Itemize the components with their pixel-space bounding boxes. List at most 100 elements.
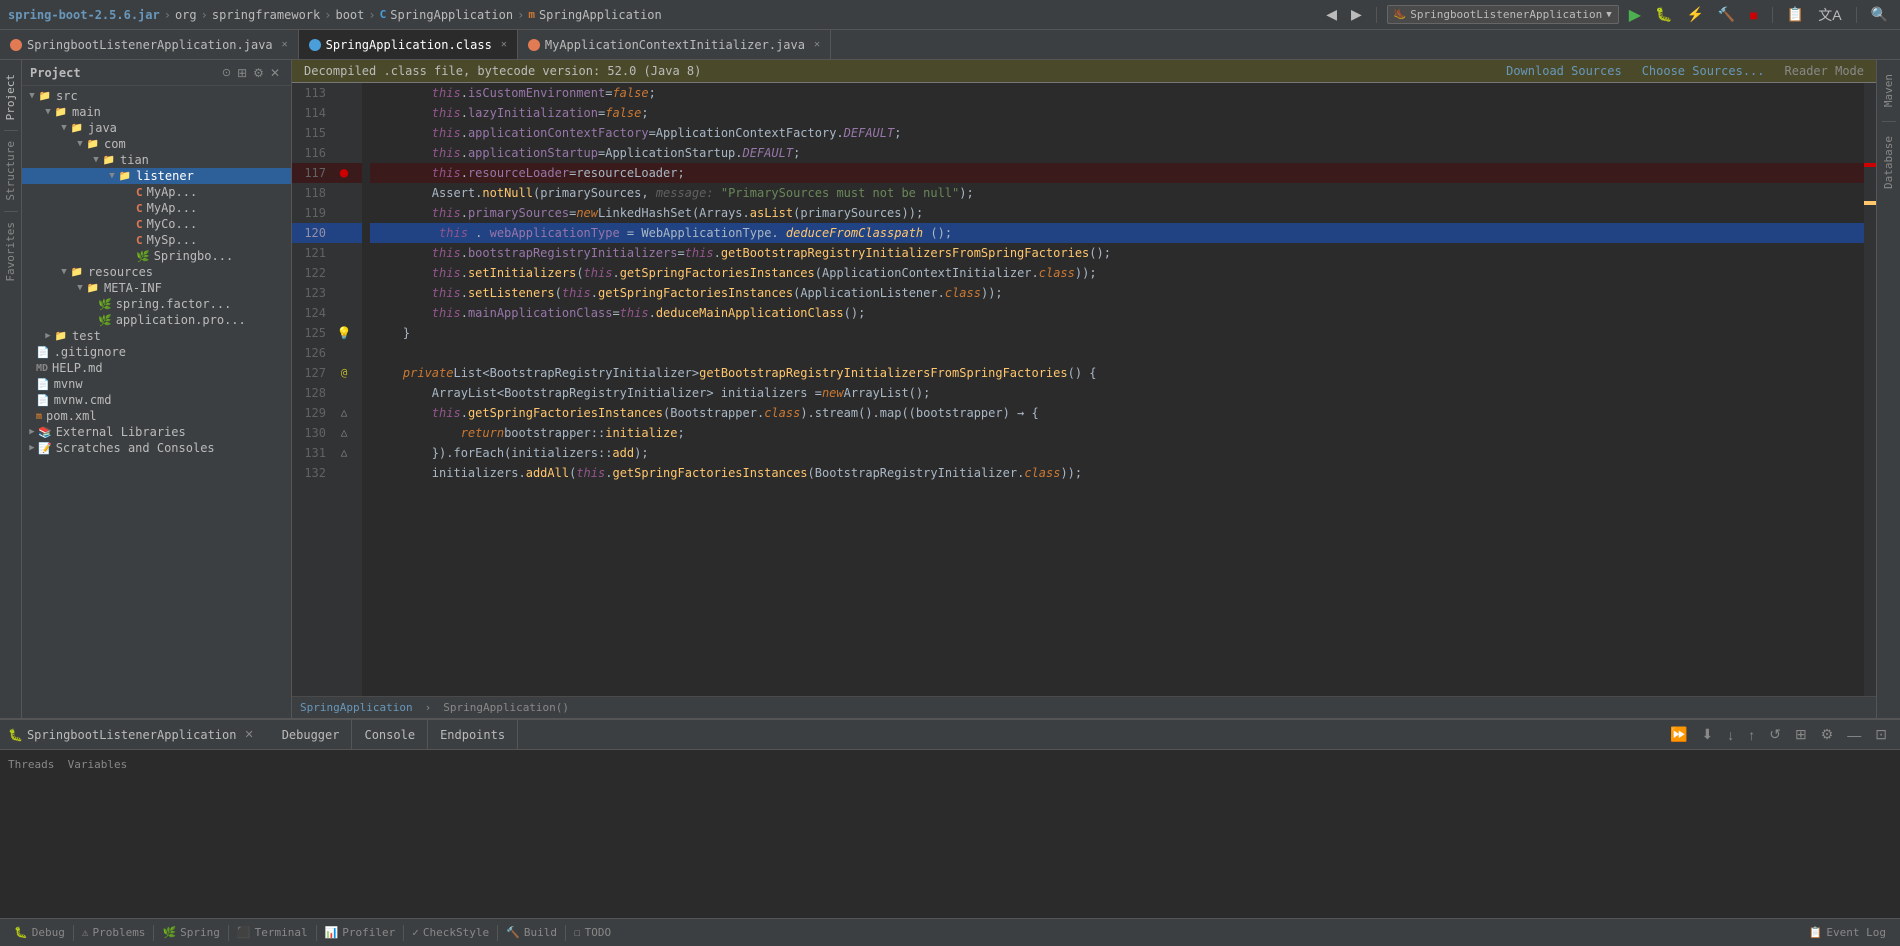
sidebar-locate-button[interactable]: ⊙ [219,65,234,80]
debug-minimize-button[interactable]: — [1842,725,1866,745]
tree-gitignore[interactable]: 📄 .gitignore [22,344,291,360]
debug-step-into-button[interactable]: ↓ [1722,725,1739,745]
status-debug[interactable]: 🐛 Debug [8,919,71,946]
class-icon-myapp2: C [136,202,143,215]
breadcrumb: spring-boot-2.5.6.jar › org › springfram… [8,8,1322,22]
build-button[interactable]: 🔨 [1714,4,1739,25]
tree-pomxml[interactable]: m pom.xml [22,408,291,424]
favorites-tab[interactable]: Favorites [2,216,19,288]
download-sources-link[interactable]: Download Sources [1506,64,1622,78]
endpoints-tab[interactable]: Endpoints [428,720,518,750]
stop-button[interactable]: ■ [1745,5,1761,25]
nav-forward-button[interactable]: ▶ [1347,4,1366,25]
coverage-button[interactable]: ⚡ [1682,4,1707,25]
debug-close-session-button[interactable]: ✕ [244,728,253,741]
status-todo[interactable]: ☐ TODO [568,919,617,946]
project-tab[interactable]: Project [2,68,19,126]
tree-mvnw[interactable]: 📄 mvnw [22,376,291,392]
tree-myco[interactable]: C MyCo... [22,216,291,232]
console-tab[interactable]: Console [352,720,428,750]
tree-tian[interactable]: ▼ 📁 tian [22,152,291,168]
tree-label-java: java [88,121,117,135]
tree-java[interactable]: ▼ 📁 java [22,120,291,136]
tab-springbootlistener[interactable]: SpringbootListenerApplication.java ✕ [0,30,299,59]
bc-boot[interactable]: boot [335,8,364,22]
tab-springapplication[interactable]: SpringApplication.class ✕ [299,30,518,59]
bc-springframework[interactable]: springframework [212,8,320,22]
status-eventlog[interactable]: 📋 Event Log [1803,919,1892,946]
tree-test[interactable]: ▶ 📁 test [22,328,291,344]
tree-main[interactable]: ▼ 📁 main [22,104,291,120]
class-icon-mysp: C [136,234,143,247]
tree-helpmd[interactable]: MD HELP.md [22,360,291,376]
tree-resources[interactable]: ▼ 📁 resources [22,264,291,280]
debugger-tab[interactable]: Debugger [270,720,353,750]
maven-tab[interactable]: Maven [1880,68,1897,113]
debug-button[interactable]: 🐛 [1651,4,1676,25]
bc-springapp-class[interactable]: SpringApplication [390,8,513,22]
run-config-selector[interactable]: 🥾 SpringbootListenerApplication ▼ [1387,5,1619,24]
bc-springapp-method[interactable]: SpringApplication [539,8,662,22]
status-terminal[interactable]: ⬛ Terminal [231,919,314,946]
tree-myapp2[interactable]: C MyAp... [22,200,291,216]
tree-scratches[interactable]: ▶ 📝 Scratches and Consoles [22,440,291,456]
structure-tab[interactable]: Structure [2,135,19,207]
debug-resume-button[interactable]: ⏩ [1665,724,1692,745]
debug-layout-button[interactable]: ⊡ [1870,724,1892,745]
status-problems[interactable]: ⚠ Problems [76,919,152,946]
tree-metainf[interactable]: ▼ 📁 META-INF [22,280,291,296]
status-checkstyle[interactable]: ✓ CheckStyle [406,919,495,946]
run-button[interactable]: ▶ [1625,3,1645,27]
decompile-banner: Decompiled .class file, bytecode version… [292,60,1876,83]
debug-settings-button[interactable]: ⚙ [1816,724,1839,745]
tree-com[interactable]: ▼ 📁 com [22,136,291,152]
line-gutter-131: 131 △ [292,443,362,463]
code-line-121: this . bootstrapRegistryInitializers = t… [370,243,1864,263]
tree-label-myapp2: MyAp... [147,201,198,215]
vcs-button[interactable]: 📋 [1783,4,1808,25]
tree-mysp[interactable]: C MySp... [22,232,291,248]
tab-close-springapplication[interactable]: ✕ [501,39,507,50]
tab-myapplicationcontext[interactable]: MyApplicationContextInitializer.java ✕ [518,30,831,59]
status-build[interactable]: 🔨 Build [500,919,563,946]
tab-close-springbootlistener[interactable]: ✕ [282,39,288,50]
code-line-114: this . lazyInitialization = false ; [370,103,1864,123]
ext-libs-icon: 📚 [38,426,52,439]
breakpoint-117[interactable]: ● [334,163,354,183]
tree-label-external-libs: External Libraries [56,425,186,439]
translate-button[interactable]: 文A [1814,3,1845,27]
sidebar-collapse-button[interactable]: ⊞ [234,65,250,81]
tree-external-libs[interactable]: ▶ 📚 External Libraries [22,424,291,440]
tree-src[interactable]: ▼ 📁 src [22,88,291,104]
tab-close-myapplicationcontext[interactable]: ✕ [814,39,820,50]
sidebar-close-button[interactable]: ✕ [267,65,283,81]
tab-class-icon [309,39,321,51]
sidebar-settings-button[interactable]: ⚙ [250,65,267,81]
bc-jar[interactable]: spring-boot-2.5.6.jar [8,8,160,22]
debug-grid-button[interactable]: ⊞ [1790,724,1812,745]
debug-step-over-button[interactable]: ⬇ [1697,724,1719,745]
database-tab[interactable]: Database [1880,130,1897,195]
bc-org[interactable]: org [175,8,197,22]
tree-appprops[interactable]: 🌿 application.pro... [22,312,291,328]
tree-springbo[interactable]: 🌿 Springbo... [22,248,291,264]
tree-label-mvnwcmd: mvnw.cmd [54,393,112,407]
code-line-122: this . setInitializers ( this . getSprin… [370,263,1864,283]
search-everywhere-button[interactable]: 🔍 [1867,4,1892,25]
toolbar-sep2 [1772,7,1773,23]
build-status-icon: 🔨 [506,926,520,939]
status-profiler[interactable]: 📊 Profiler [319,919,402,946]
status-spring[interactable]: 🌿 Spring [156,919,225,946]
debug-toolbar: ⏩ ⬇ ↓ ↑ ↺ ⊞ ⚙ — ⊡ [1665,724,1892,745]
tree-listener[interactable]: ▼ 📁 listener [22,168,291,184]
tree-mvnwcmd[interactable]: 📄 mvnw.cmd [22,392,291,408]
nav-back-button[interactable]: ◀ [1322,4,1341,25]
choose-sources-link[interactable]: Choose Sources... [1642,64,1765,78]
debug-step-out-button[interactable]: ↑ [1743,725,1760,745]
tree-myapp1[interactable]: C MyAp... [22,184,291,200]
tab-myapp-icon [528,39,540,51]
reader-mode-link[interactable]: Reader Mode [1785,64,1864,78]
debug-rerun-button[interactable]: ↺ [1764,724,1786,745]
debug-status-label: Debug [32,926,65,939]
tree-springfactor[interactable]: 🌿 spring.factor... [22,296,291,312]
